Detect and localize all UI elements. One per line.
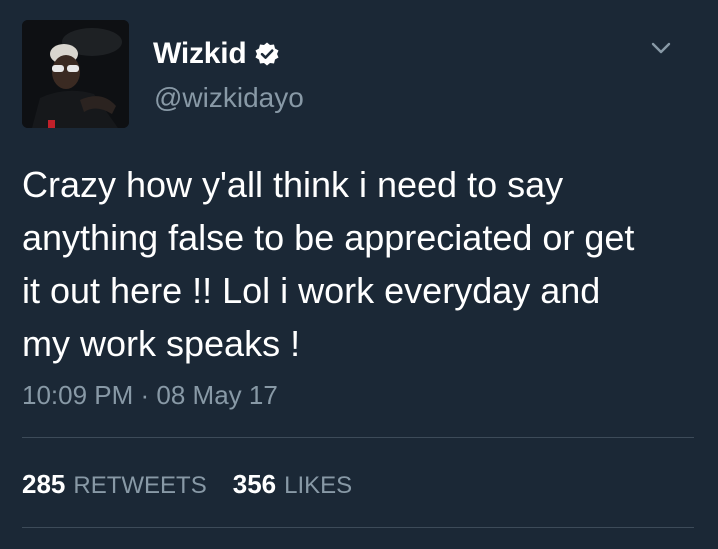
verified-badge-icon (254, 41, 280, 67)
tweet-timestamp[interactable]: 10:09 PM · 08 May 17 (22, 380, 278, 411)
divider (22, 437, 694, 438)
avatar-photo (22, 20, 129, 128)
tweet-text-line: it out here !! Lol i work everyday and (22, 270, 601, 311)
tweet-text-line: my work speaks ! (22, 323, 301, 364)
tweet-stats: 285 RETWEETS 356 LIKES (22, 469, 378, 500)
divider (22, 527, 694, 528)
retweets-count[interactable]: 285 (22, 469, 65, 500)
chevron-down-icon[interactable] (650, 40, 672, 56)
likes-count[interactable]: 356 (233, 469, 276, 500)
likes-label[interactable]: LIKES (284, 472, 352, 500)
avatar[interactable] (22, 20, 129, 128)
author-display-name[interactable]: Wizkid (153, 37, 247, 71)
author-name-row[interactable]: Wizkid (153, 36, 280, 72)
retweets-label[interactable]: RETWEETS (73, 472, 206, 500)
author-handle[interactable]: @wizkidayo (154, 82, 304, 114)
tweet-text-line: anything false to be appreciated or get (22, 217, 635, 258)
tweet-card: Wizkid @wizkidayo Crazy how y'all think … (0, 0, 718, 549)
tweet-text-line: Crazy how y'all think i need to say (22, 164, 564, 205)
tweet-text: Crazy how y'all think i need to say anyt… (22, 158, 702, 370)
